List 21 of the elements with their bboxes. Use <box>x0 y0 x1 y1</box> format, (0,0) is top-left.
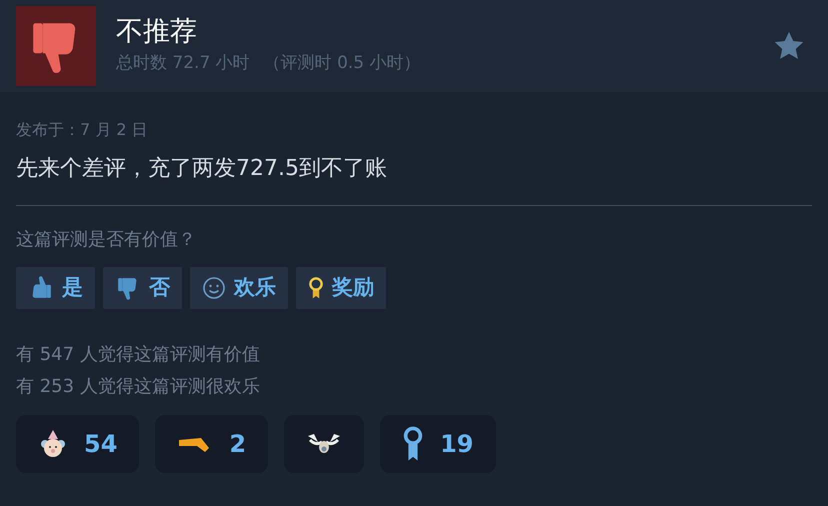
award-badge[interactable] <box>284 415 364 473</box>
helpful-question: 这篇评测是否有价值？ <box>16 229 196 250</box>
post-date: 发布于：7 月 2 日 <box>16 120 148 139</box>
award-badge[interactable]: 2 <box>155 415 268 473</box>
award-badge[interactable]: 19 <box>380 415 496 473</box>
review-hours: （评测时 0.5 小时） <box>264 52 421 76</box>
reindeer-icon <box>306 432 342 456</box>
verdict-title: 不推荐 <box>116 15 198 50</box>
total-hours: 总时数 72.7 小时 <box>116 52 250 76</box>
funny-button[interactable]: 欢乐 <box>190 267 288 309</box>
vote-summary: 有 253 人觉得这篇评测很欢乐 <box>16 375 261 399</box>
smiley-icon <box>202 276 226 300</box>
yes-button[interactable]: 是 <box>16 267 95 309</box>
ribbon-icon <box>402 425 424 463</box>
award-button[interactable]: 奖励 <box>296 267 386 309</box>
vote-summary: 有 547 人觉得这篇评测有价值 <box>16 343 261 367</box>
review-text: 先来个差评，充了两发727.5到不了账 <box>16 156 387 181</box>
clown-face-icon <box>38 429 68 459</box>
award-badge[interactable]: 54 <box>16 415 140 473</box>
award-icon <box>308 276 324 300</box>
no-button[interactable]: 否 <box>103 267 182 309</box>
